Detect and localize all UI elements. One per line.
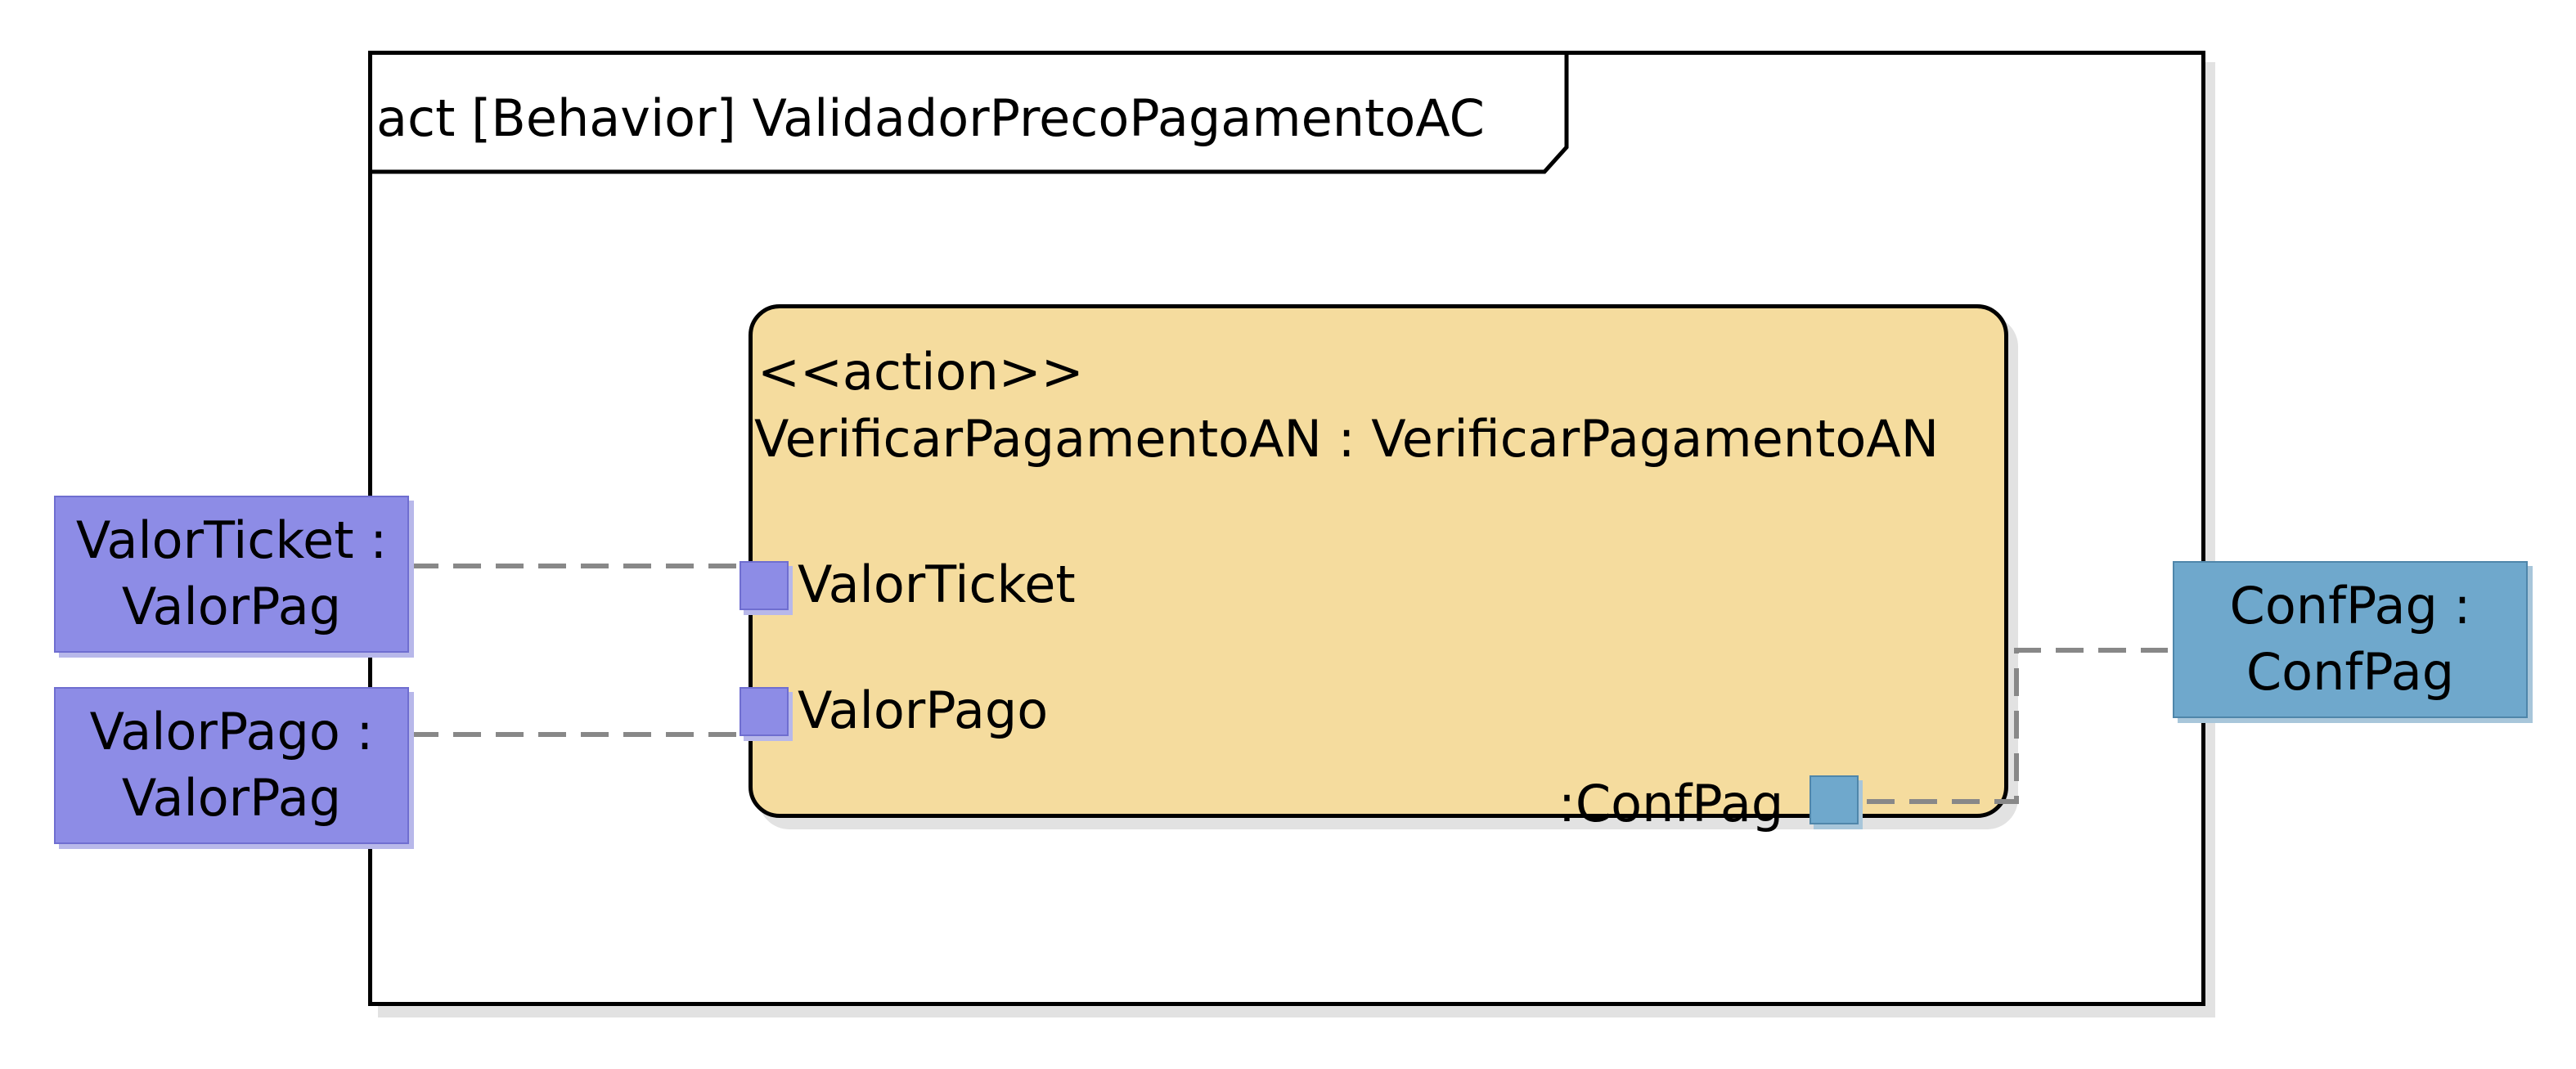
pin-confpag[interactable] [1809,775,1859,824]
pin-label-confpag: :ConfPag [1558,774,1784,833]
param-valorpago-type: ValorPag [121,768,342,828]
param-confpag-type: ConfPag [2246,642,2455,702]
flow-confpag [1867,648,2168,804]
param-confpag-name: ConfPag : [2229,576,2471,636]
pin-valorpago[interactable] [740,687,789,736]
pin-label-valorpago: ValorPago [798,680,1049,740]
param-valorpago-name: ValorPago : [89,702,374,762]
param-valorticket-name: ValorTicket : [75,510,388,571]
param-valorticket-type: ValorPag [121,577,342,636]
param-confpag[interactable]: ConfPag : ConfPag [2173,561,2528,718]
param-valorpago[interactable]: ValorPago : ValorPag [54,687,409,844]
param-valorticket[interactable]: ValorTicket : ValorPag [54,496,409,653]
pin-label-valorticket: ValorTicket [798,555,1076,614]
pin-valorticket[interactable] [740,561,789,610]
